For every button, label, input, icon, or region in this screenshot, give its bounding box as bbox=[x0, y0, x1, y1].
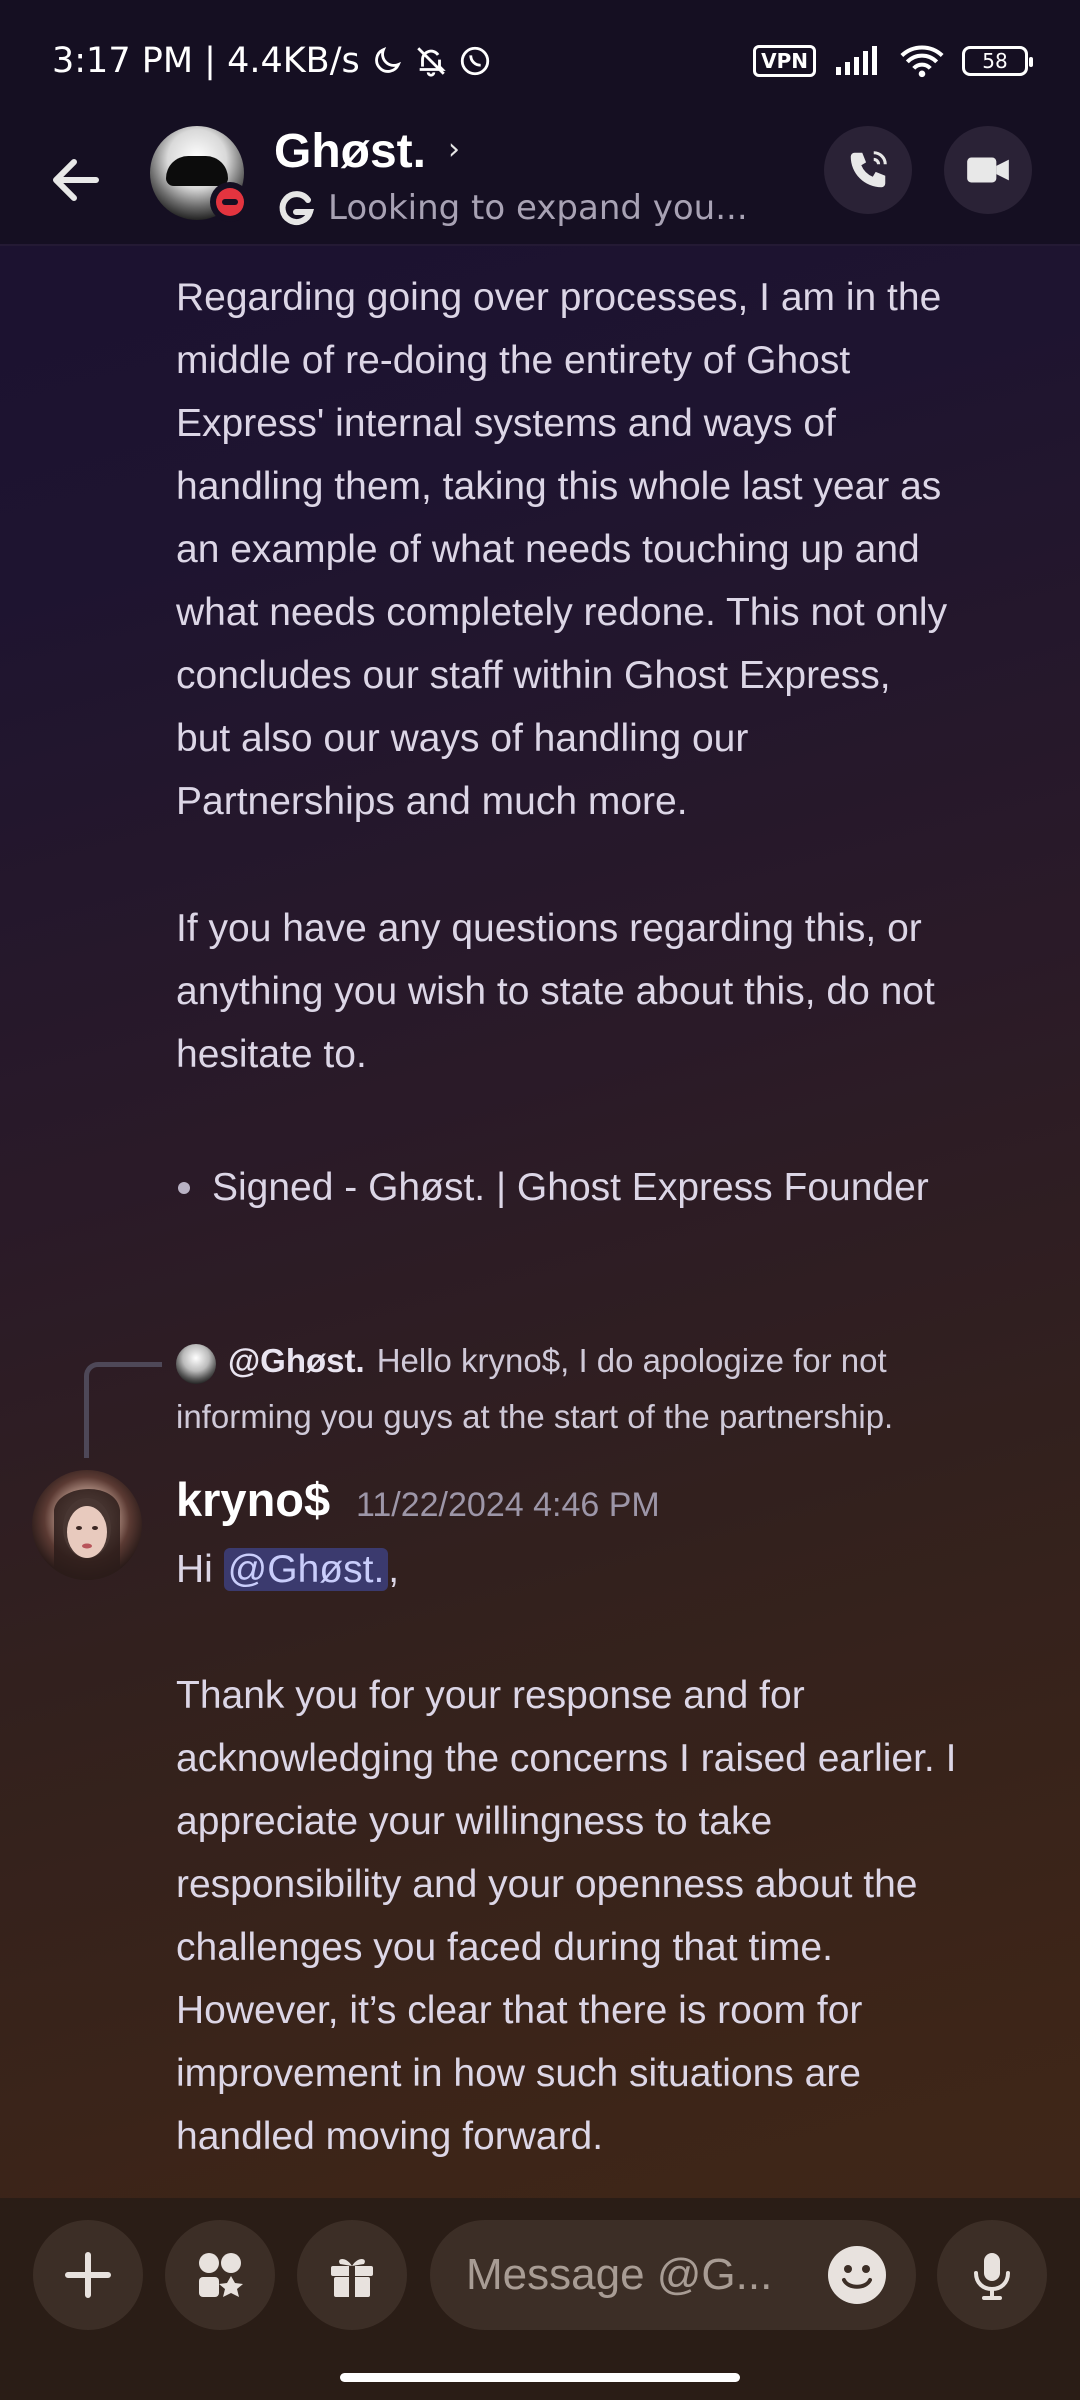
message-line: hesitate to. bbox=[176, 1033, 367, 1076]
gift-button[interactable] bbox=[297, 2220, 407, 2330]
reply-connector bbox=[84, 1362, 162, 1458]
message-line: concludes our staff within Ghost Express… bbox=[176, 654, 891, 697]
plus-icon bbox=[65, 2252, 111, 2298]
message-line: anything you wish to state about this, d… bbox=[176, 970, 935, 1013]
user-mention[interactable]: @Ghøst. bbox=[223, 1548, 389, 1591]
message-line: handling them, taking this whole last ye… bbox=[176, 465, 942, 508]
voice-call-button[interactable] bbox=[824, 126, 912, 214]
status-bar: 3:17 PM | 4.4KB/s VPN 58 bbox=[0, 0, 1080, 122]
message-line: an example of what needs touching up and bbox=[176, 528, 920, 571]
reply-text-line1: Hello kryno$, I do apologize for not bbox=[376, 1342, 887, 1379]
chevron-right-icon: › bbox=[448, 132, 460, 167]
status-text: Looking to expand you... bbox=[328, 188, 748, 228]
message-line: appreciate your willingness to take bbox=[176, 1800, 773, 1843]
greeting-end: , bbox=[388, 1548, 400, 1591]
wifi-icon bbox=[900, 45, 944, 78]
message-line: middle of re-doing the entirety of Ghost bbox=[176, 339, 851, 382]
message-line: Regarding going over processes, I am in … bbox=[176, 276, 942, 319]
message-bullet-item: Signed - Ghøst. | Ghost Express Founder bbox=[176, 1156, 929, 1219]
message-paragraph: Thank you for your response and for ackn… bbox=[176, 1664, 1056, 2168]
message-line: Thank you for your response and for bbox=[176, 1674, 805, 1717]
whatsapp-icon bbox=[460, 46, 489, 76]
message-line: but also our ways of handling our bbox=[176, 717, 749, 760]
avatar[interactable] bbox=[150, 126, 250, 222]
add-attachment-button[interactable] bbox=[33, 2220, 143, 2330]
message-line: improvement in how such situations are bbox=[176, 2052, 861, 2095]
bell-off-icon bbox=[416, 47, 446, 77]
chat-title[interactable]: Ghøst. bbox=[274, 124, 426, 179]
message-line: However, it’s clear that there is room f… bbox=[176, 1989, 863, 2032]
message-line: challenges you faced during that time. bbox=[176, 1926, 833, 1969]
message-line: Express' internal systems and ways of bbox=[176, 402, 836, 445]
video-call-button[interactable] bbox=[944, 126, 1032, 214]
message-timestamp: 11/22/2024 4:46 PM bbox=[356, 1486, 660, 1524]
reply-author[interactable]: @Ghøst. bbox=[228, 1342, 365, 1379]
message-line: acknowledging the concerns I raised earl… bbox=[176, 1737, 957, 1780]
vpn-badge: VPN bbox=[753, 45, 816, 77]
voice-message-button[interactable] bbox=[937, 2220, 1047, 2330]
greeting-text: Hi bbox=[176, 1548, 224, 1591]
signal-icon bbox=[836, 46, 877, 75]
bullet-text: Signed - Ghøst. | Ghost Express Founder bbox=[212, 1166, 929, 1209]
apps-icon bbox=[199, 2253, 243, 2297]
message-greeting: Hi @Ghøst., bbox=[176, 1538, 399, 1601]
message-line: handled moving forward. bbox=[176, 2115, 604, 2158]
message-composer: Message @G... bbox=[0, 2198, 1080, 2400]
message-line: If you have any questions regarding this… bbox=[176, 907, 922, 950]
reply-preview[interactable]: @Ghøst. Hello kryno$, I do apologize for … bbox=[228, 1342, 887, 1380]
moon-icon bbox=[374, 46, 401, 73]
message-input-placeholder: Message @G... bbox=[466, 2250, 773, 2299]
message-line: responsibility and your openness about t… bbox=[176, 1863, 918, 1906]
chat-header: Ghøst. › Looking to expand you... bbox=[0, 122, 1080, 246]
user-avatar[interactable] bbox=[32, 1470, 142, 1580]
message-paragraph: Regarding going over processes, I am in … bbox=[176, 266, 1056, 833]
phone-icon bbox=[850, 151, 887, 188]
do-not-disturb-icon bbox=[210, 182, 250, 222]
bullet-dot bbox=[178, 1181, 190, 1194]
message-input[interactable]: Message @G... bbox=[430, 2220, 916, 2330]
home-indicator[interactable] bbox=[340, 2373, 740, 2382]
g-status-icon bbox=[279, 191, 315, 226]
microphone-icon bbox=[974, 2253, 1010, 2300]
message-author[interactable]: kryno$ bbox=[176, 1472, 330, 1527]
reply-avatar bbox=[176, 1344, 216, 1384]
apps-button[interactable] bbox=[165, 2220, 275, 2330]
video-camera-icon bbox=[967, 157, 1009, 183]
message-line: what needs completely redone. This not o… bbox=[176, 591, 948, 634]
battery-indicator: 58 bbox=[962, 46, 1033, 76]
emoji-icon[interactable] bbox=[826, 2244, 888, 2306]
message-line: Partnerships and much more. bbox=[176, 780, 688, 823]
custom-status: Looking to expand you... bbox=[276, 188, 748, 228]
reply-text-line2[interactable]: informing you guys at the start of the p… bbox=[176, 1398, 893, 1436]
back-arrow-icon[interactable] bbox=[40, 142, 116, 218]
message-paragraph: If you have any questions regarding this… bbox=[176, 897, 1056, 1086]
status-time-speed: 3:17 PM | 4.4KB/s bbox=[52, 41, 360, 81]
gift-icon bbox=[331, 2259, 373, 2297]
user-avatar-image bbox=[54, 1488, 120, 1580]
